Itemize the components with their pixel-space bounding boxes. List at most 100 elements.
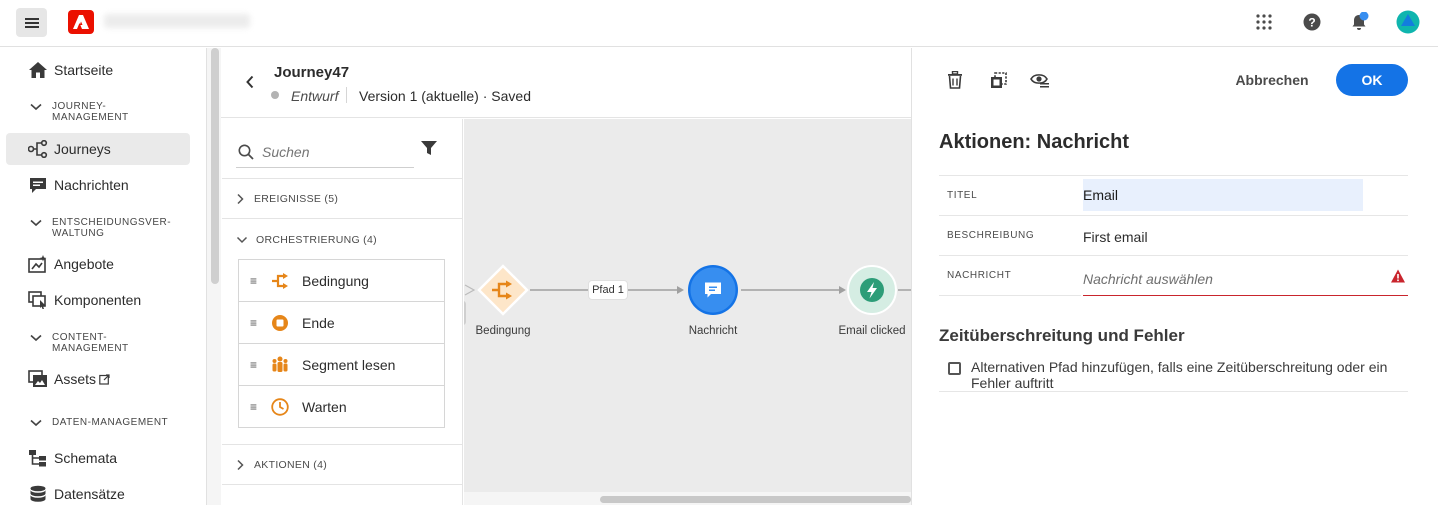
- divider: [222, 484, 462, 485]
- chevron-down-icon: [30, 334, 42, 342]
- palette-item-ende[interactable]: ≡ Ende: [239, 302, 444, 344]
- ok-button[interactable]: OK: [1336, 64, 1408, 96]
- nav-label: Schemata: [54, 450, 118, 466]
- journey-canvas[interactable]: Bedingung Nachricht Email clicked: [464, 119, 911, 505]
- divider: [222, 444, 462, 445]
- read-segment-icon: [270, 355, 290, 375]
- divider: [939, 175, 1408, 176]
- status-dot: [271, 91, 279, 99]
- apps-grid-icon[interactable]: [1252, 10, 1276, 34]
- canvas-node-event[interactable]: [847, 264, 897, 316]
- nav-section-label: JOURNEY-: [52, 101, 107, 112]
- hamburger-icon: [24, 17, 39, 28]
- chevron-right-icon: [237, 193, 244, 205]
- alternative-path-label[interactable]: Alternativen Pfad hinzufügen, falls eine…: [971, 359, 1401, 391]
- canvas-node-message[interactable]: [686, 264, 740, 318]
- chevron-right-icon: [237, 459, 244, 471]
- nav-label: Nachrichten: [54, 177, 129, 193]
- journeys-icon: [28, 139, 48, 159]
- nav-section-label: CONTENT-: [52, 332, 108, 343]
- nav-label: Assets: [54, 371, 97, 387]
- divider: [939, 255, 1408, 256]
- nachricht-picker[interactable]: Nachricht auswählen: [1083, 263, 1408, 296]
- field-label-nachricht: NACHRICHT: [947, 270, 1012, 281]
- journey-header: [221, 48, 911, 118]
- palette-item-segment-lesen[interactable]: ≡ Segment lesen: [239, 344, 444, 386]
- back-button[interactable]: [241, 73, 259, 91]
- offers-icon: [28, 254, 48, 274]
- section-label: AKTIONEN (4): [254, 459, 328, 471]
- drag-handle-icon[interactable]: ≡: [250, 358, 258, 372]
- help-icon[interactable]: ?: [1300, 10, 1324, 34]
- delete-icon[interactable]: [945, 70, 965, 90]
- preview-icon[interactable]: [1030, 70, 1050, 90]
- palette-item-label: Segment lesen: [302, 356, 396, 373]
- wait-icon: [270, 397, 290, 417]
- palette-section-orchestration[interactable]: ORCHESTRIERUNG (4): [236, 234, 377, 246]
- canvas-scrollbar[interactable]: [600, 496, 911, 503]
- nav-section-entscheidungsverwaltung[interactable]: ENTSCHEIDUNGSVER- WALTUNG: [30, 217, 190, 239]
- path-label[interactable]: Pfad 1: [588, 280, 628, 300]
- journey-title: Journey47: [274, 64, 350, 81]
- nav-section-label: MANAGEMENT: [52, 112, 129, 123]
- nav-section-content-management[interactable]: CONTENT- MANAGEMENT: [30, 332, 190, 354]
- end-icon: [270, 313, 290, 333]
- event-bolt-icon: [860, 278, 884, 302]
- nav-item-startseite[interactable]: Startseite: [6, 54, 190, 86]
- nav-item-journeys[interactable]: Journeys: [6, 133, 190, 165]
- node-label: Email clicked: [838, 325, 906, 337]
- palette-search[interactable]: [236, 136, 414, 168]
- cancel-button[interactable]: Abbrechen: [1227, 64, 1317, 95]
- nav-item-assets[interactable]: Assets: [6, 363, 190, 395]
- adobe-logo-icon: [73, 15, 89, 29]
- avatar[interactable]: [1396, 10, 1420, 34]
- nav-scrollbar[interactable]: [211, 48, 219, 284]
- drag-handle-icon[interactable]: ≡: [250, 316, 258, 330]
- nav-label: Startseite: [54, 62, 114, 78]
- filter-icon[interactable]: [420, 139, 440, 159]
- nav-item-nachrichten[interactable]: Nachrichten: [6, 169, 190, 201]
- journey-version[interactable]: Version 1 (aktuelle) · Saved: [359, 88, 531, 104]
- hamburger-menu-button[interactable]: [16, 8, 47, 37]
- divider: [346, 87, 347, 103]
- adobe-logo[interactable]: [68, 10, 94, 34]
- field-label-titel: TITEL: [947, 190, 978, 201]
- panel-title: Aktionen: Nachricht: [939, 131, 1130, 153]
- message-icon: [28, 175, 48, 195]
- chevron-down-icon: [236, 236, 248, 244]
- divider: [939, 295, 1081, 296]
- assets-icon: [28, 369, 48, 389]
- chevron-down-icon: [30, 219, 42, 227]
- titel-input[interactable]: [1083, 179, 1363, 211]
- drag-handle-icon[interactable]: ≡: [250, 274, 258, 288]
- palette-item-label: Bedingung: [302, 272, 369, 289]
- palette-section-actions[interactable]: AKTIONEN (4): [236, 459, 327, 471]
- orchestration-list: ≡ Bedingung ≡ Ende ≡ Segment lesen ≡ War…: [238, 259, 445, 428]
- nav-item-datensaetze[interactable]: Datensätze: [6, 478, 190, 505]
- home-icon: [28, 60, 48, 80]
- bell-icon[interactable]: [1347, 10, 1371, 34]
- divider: [222, 178, 462, 179]
- search-icon: [238, 144, 254, 160]
- divider: [939, 215, 1408, 216]
- alternative-path-checkbox[interactable]: [948, 362, 961, 375]
- duplicate-icon[interactable]: [988, 70, 1008, 90]
- node-label: Bedingung: [475, 325, 531, 337]
- nav-label: Komponenten: [54, 292, 142, 308]
- palette-section-events[interactable]: EREIGNISSE (5): [236, 193, 338, 205]
- palette-item-label: Warten: [302, 399, 347, 415]
- svg-text:?: ?: [1308, 16, 1315, 30]
- nav-item-komponenten[interactable]: Komponenten: [6, 284, 190, 316]
- nav-section-journey-management[interactable]: JOURNEY- MANAGEMENT: [30, 101, 190, 123]
- nav-item-schemata[interactable]: Schemata: [6, 442, 190, 474]
- beschreibung-input[interactable]: First email: [1083, 229, 1148, 245]
- nav-section-label: WALTUNG: [52, 228, 105, 239]
- canvas-node-condition[interactable]: [477, 264, 529, 316]
- palette-item-bedingung[interactable]: ≡ Bedingung: [239, 260, 444, 302]
- palette-item-warten[interactable]: ≡ Warten: [239, 386, 444, 428]
- nachricht-placeholder: Nachricht auswählen: [1083, 271, 1213, 287]
- drag-handle-icon[interactable]: ≡: [250, 400, 258, 414]
- search-input[interactable]: [262, 143, 402, 160]
- nav-section-daten-management[interactable]: DATEN-MANAGEMENT: [30, 417, 190, 428]
- nav-item-angebote[interactable]: Angebote: [6, 248, 190, 280]
